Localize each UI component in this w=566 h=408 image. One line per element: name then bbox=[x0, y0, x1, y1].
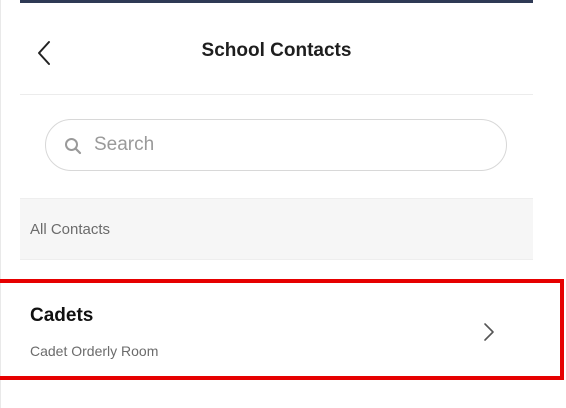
contact-row-cadets[interactable]: Cadets Cadet Orderly Room bbox=[20, 261, 533, 381]
search-area bbox=[20, 95, 533, 198]
screen: School Contacts All Contacts Cadets Cade… bbox=[0, 0, 566, 408]
section-header: All Contacts bbox=[20, 198, 533, 260]
back-button[interactable] bbox=[32, 39, 56, 67]
search-box[interactable] bbox=[45, 119, 507, 171]
chevron-left-icon bbox=[38, 41, 50, 65]
left-edge-divider bbox=[0, 0, 1, 408]
page-title: School Contacts bbox=[201, 40, 352, 61]
search-icon bbox=[65, 138, 82, 155]
header-bar: School Contacts bbox=[20, 3, 533, 95]
contact-subtitle: Cadet Orderly Room bbox=[30, 343, 159, 359]
chevron-right-icon bbox=[484, 323, 494, 341]
contact-name: Cadets bbox=[30, 305, 94, 326]
section-label: All Contacts bbox=[30, 221, 111, 238]
search-input[interactable] bbox=[94, 130, 484, 160]
app-panel: School Contacts All Contacts Cadets Cade… bbox=[20, 0, 533, 408]
